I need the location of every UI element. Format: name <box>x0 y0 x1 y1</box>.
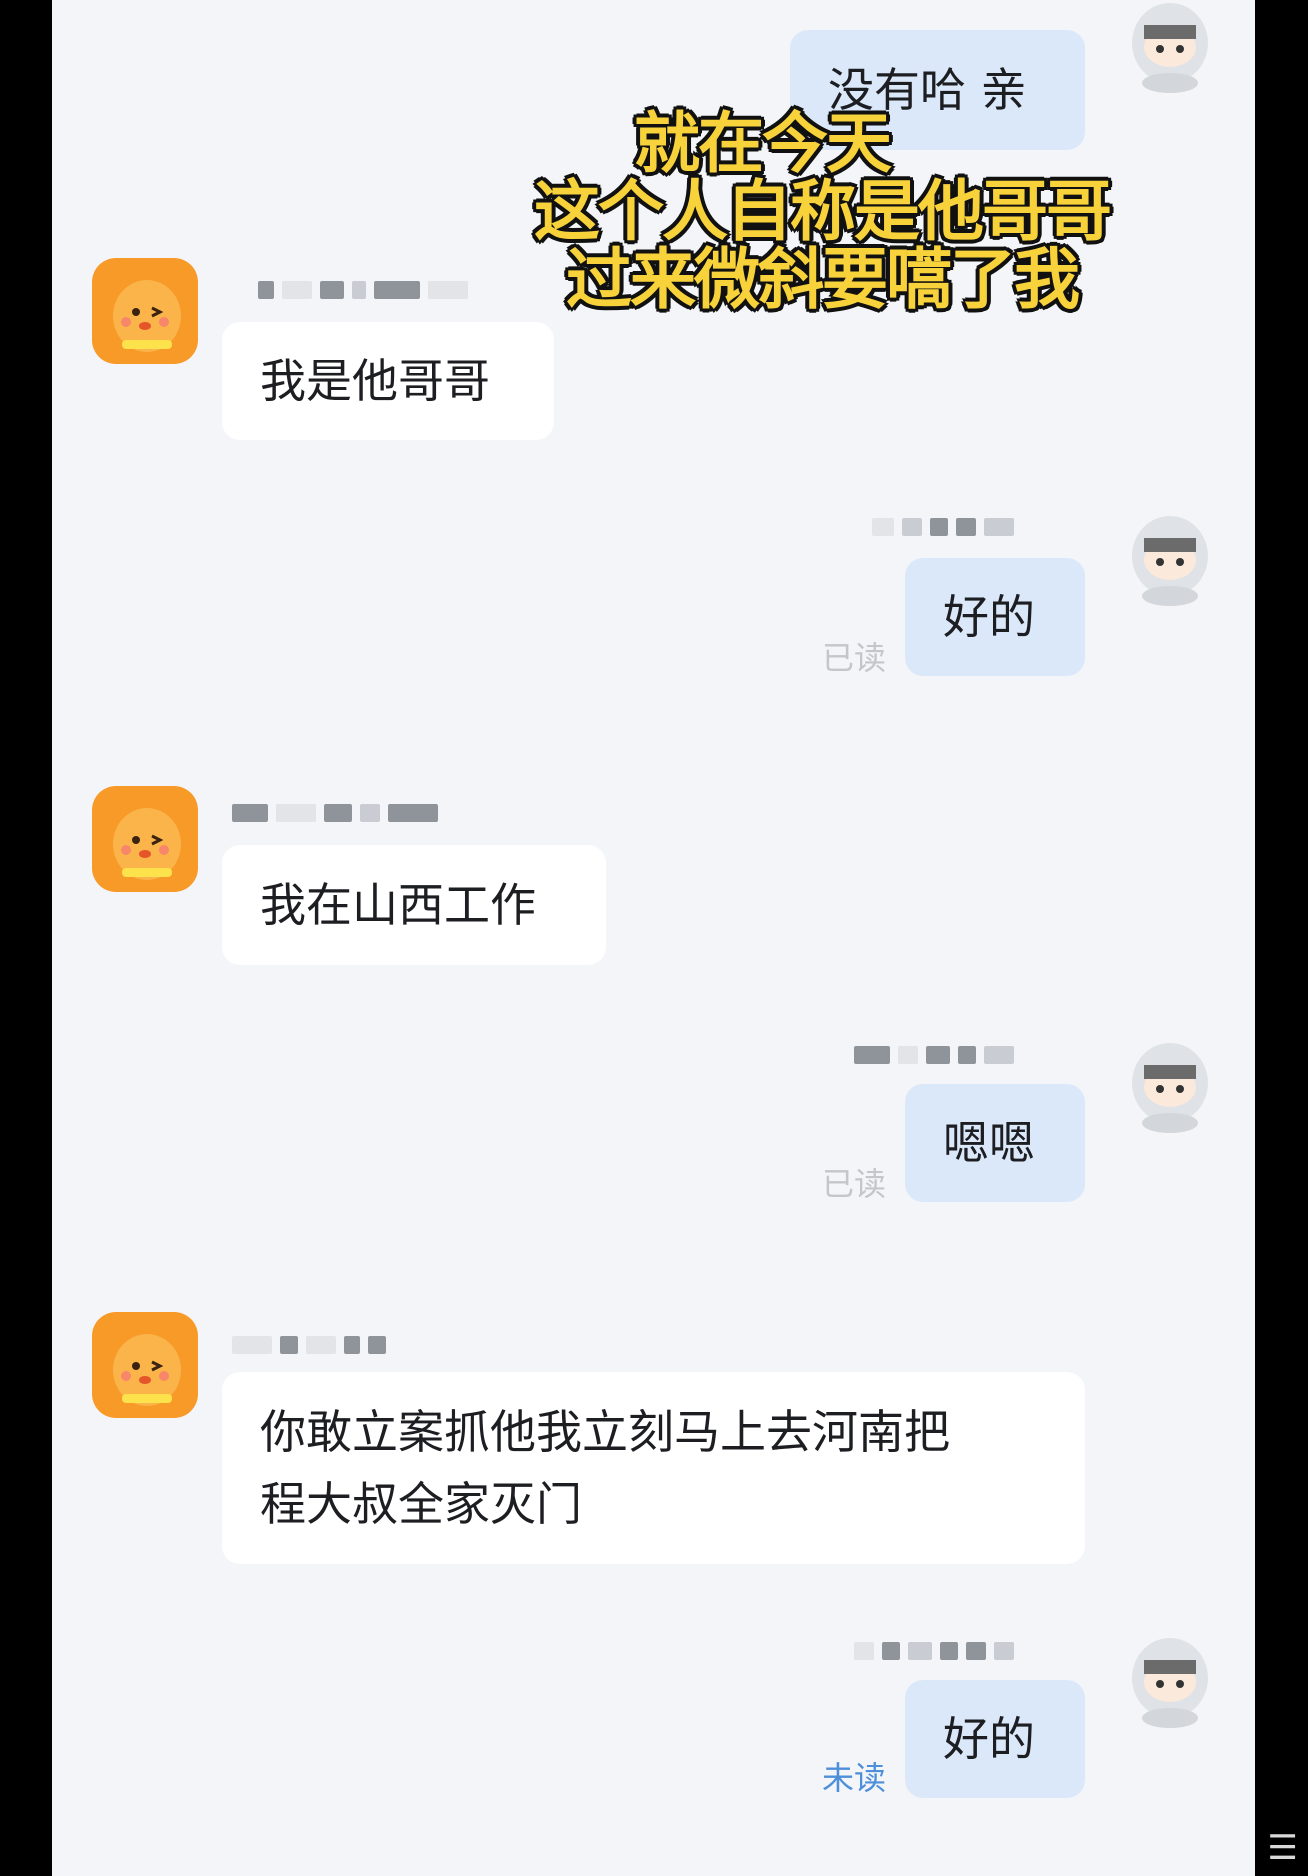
message-bubble-7[interactable]: 好的 <box>905 1680 1085 1798</box>
sender-name-blurred <box>872 512 1014 542</box>
hooded-cartoon-avatar-icon <box>1132 516 1208 606</box>
orange-mascot-avatar-icon <box>92 786 198 892</box>
message-text-3: 好的 <box>943 590 1035 644</box>
menu-lines-icon: ☰ <box>1267 1828 1298 1868</box>
right-avatar-icon[interactable] <box>1127 1630 1213 1730</box>
message-text-7: 好的 <box>943 1712 1035 1766</box>
sender-name-blurred <box>232 1330 386 1360</box>
left-avatar-icon[interactable] <box>92 258 198 364</box>
chat-screen: 没有哈 亲 就在今天 这个人自称是他哥哥 过来微斜要嚆了我 我是他哥哥 已读 好… <box>52 0 1255 1876</box>
right-avatar-icon[interactable] <box>1127 0 1213 95</box>
hooded-cartoon-avatar-icon <box>1132 1043 1208 1133</box>
message-text-2: 我是他哥哥 <box>260 354 490 408</box>
overlay-caption: 就在今天 这个人自称是他哥哥 过来微斜要嚆了我 <box>472 110 1172 314</box>
orange-mascot-avatar-icon <box>92 1312 198 1418</box>
message-bubble-5[interactable]: 嗯嗯 <box>905 1084 1085 1202</box>
message-bubble-6[interactable]: 你敢立案抓他我立刻马上去河南把 程大叔全家灭门 <box>222 1372 1085 1564</box>
left-avatar-icon[interactable] <box>92 1312 198 1418</box>
caption-line-2: 这个人自称是他哥哥 <box>534 173 1112 250</box>
orange-mascot-avatar-icon <box>92 258 198 364</box>
right-avatar-icon[interactable] <box>1127 1035 1213 1135</box>
message-text-4: 我在山西工作 <box>260 878 536 932</box>
message-text-6-line-1: 你敢立案抓他我立刻马上去河南把 <box>260 1405 950 1459</box>
sender-name-blurred <box>232 798 438 828</box>
hooded-cartoon-avatar-icon <box>1132 1638 1208 1728</box>
message-text-6-line-2: 程大叔全家灭门 <box>260 1477 582 1531</box>
sender-name-blurred <box>854 1636 1014 1666</box>
read-status: 已读 <box>822 1165 887 1203</box>
message-bubble-3[interactable]: 好的 <box>905 558 1085 676</box>
sender-name-blurred <box>854 1040 1014 1070</box>
hooded-cartoon-avatar-icon <box>1132 3 1208 93</box>
message-text-5: 嗯嗯 <box>943 1116 1035 1170</box>
sender-name-blurred <box>258 275 468 305</box>
read-status: 已读 <box>822 639 887 677</box>
caption-line-3: 过来微斜要嚆了我 <box>566 241 1080 318</box>
unread-status: 未读 <box>822 1759 887 1797</box>
message-bubble-2[interactable]: 我是他哥哥 <box>222 322 554 440</box>
message-bubble-4[interactable]: 我在山西工作 <box>222 845 606 965</box>
left-avatar-icon[interactable] <box>92 786 198 892</box>
caption-line-1: 就在今天 <box>634 105 892 182</box>
right-avatar-icon[interactable] <box>1127 508 1213 608</box>
